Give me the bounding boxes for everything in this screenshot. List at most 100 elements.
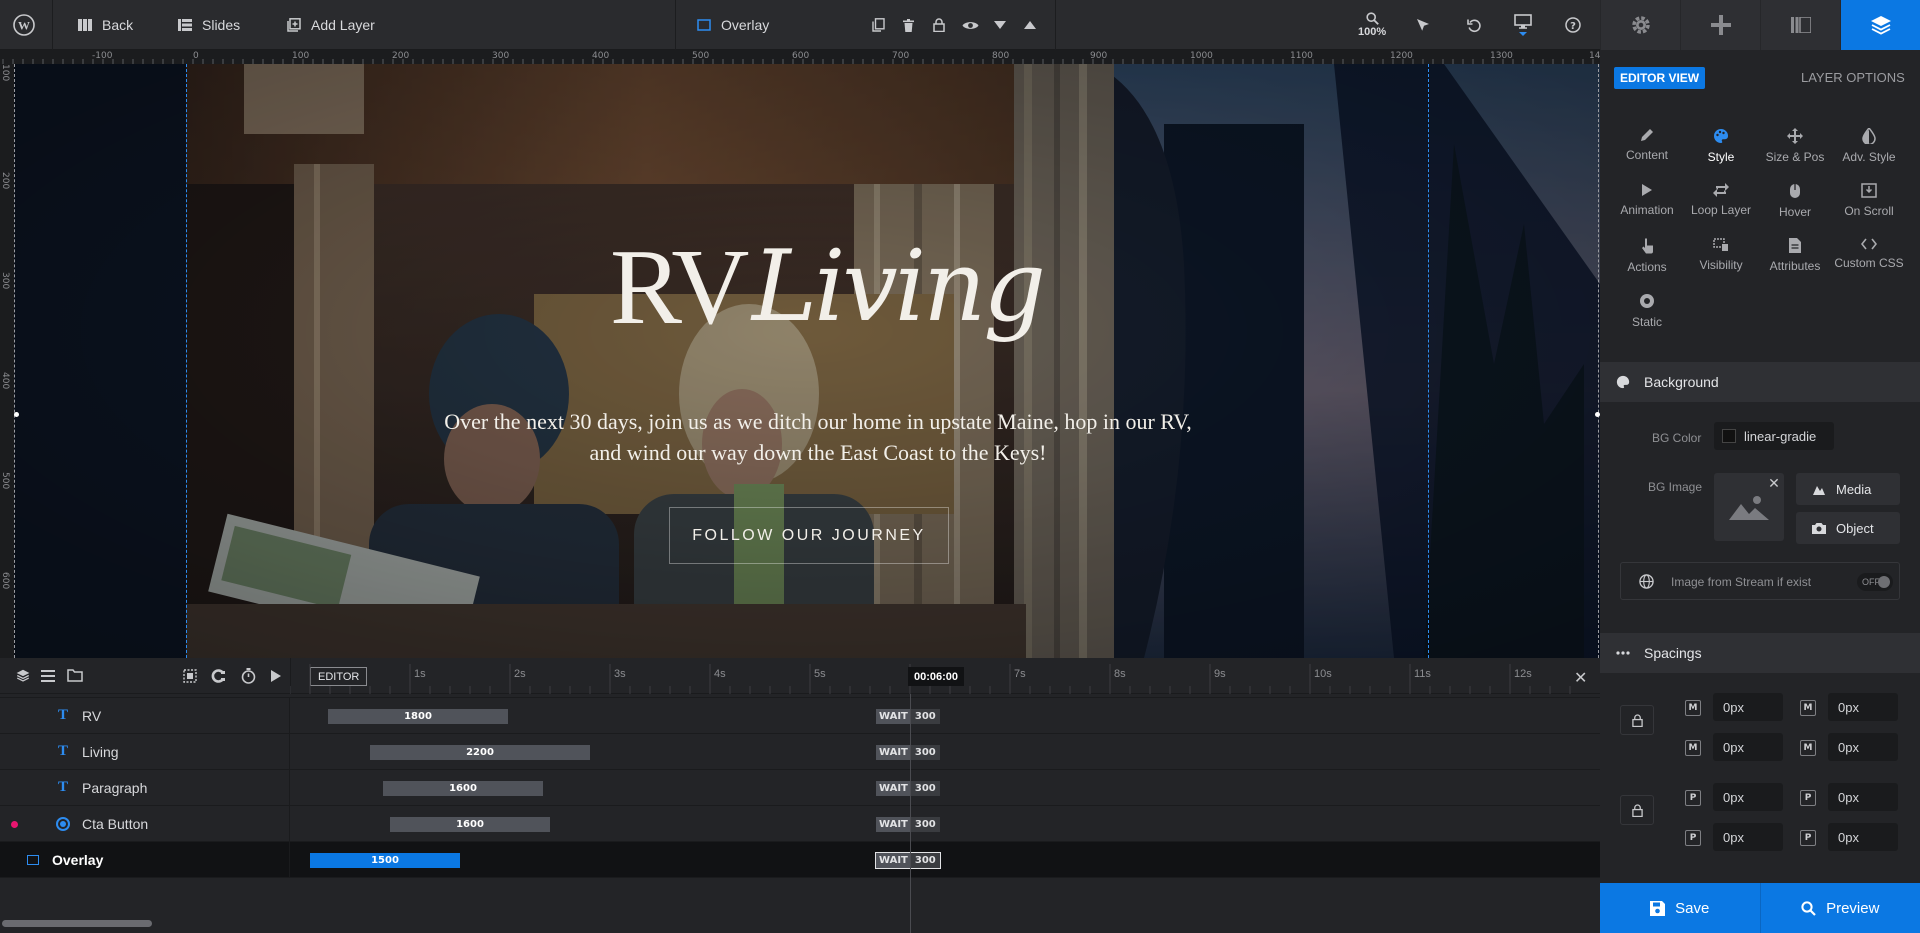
tab-slide-options[interactable] bbox=[1760, 0, 1840, 50]
stopwatch-icon[interactable] bbox=[241, 668, 256, 684]
undo-button[interactable] bbox=[1467, 0, 1482, 50]
preview-button[interactable]: Preview bbox=[1759, 883, 1920, 933]
move-down-button[interactable] bbox=[994, 0, 1006, 50]
bg-image-preview[interactable]: ✕ bbox=[1714, 473, 1784, 541]
remove-image-icon[interactable]: ✕ bbox=[1766, 475, 1782, 491]
ruler-label: 1300 bbox=[1490, 51, 1513, 61]
timeline-row-cta-button[interactable]: Cta Button 1600 WAIT 300 bbox=[0, 805, 1600, 842]
selection-icon[interactable] bbox=[183, 669, 197, 683]
padding-bottom-input[interactable]: 0px bbox=[1713, 823, 1783, 851]
ruler-label: 600 bbox=[0, 572, 10, 590]
back-button[interactable]: Back bbox=[78, 0, 133, 50]
background-section-header[interactable]: Background bbox=[1600, 362, 1920, 402]
play-timeline-icon[interactable] bbox=[271, 670, 281, 682]
current-time-marker[interactable]: 00:06:00 bbox=[908, 667, 965, 686]
editor-view-badge[interactable]: EDITOR VIEW bbox=[1614, 67, 1706, 89]
subtab-loop-layer[interactable]: Loop Layer bbox=[1684, 183, 1758, 235]
subtab-style[interactable]: Style bbox=[1684, 128, 1758, 180]
subtab-size-pos[interactable]: Size & Pos bbox=[1758, 128, 1832, 180]
magnet-icon[interactable] bbox=[211, 669, 225, 683]
palette-icon bbox=[1713, 128, 1729, 144]
margin-right-input[interactable]: 0px bbox=[1828, 693, 1898, 721]
timeline-row-overlay[interactable]: Overlay 1500 WAIT 300 bbox=[0, 841, 1600, 878]
slides-button[interactable]: Slides bbox=[178, 0, 240, 50]
subtab-custom-css[interactable]: Custom CSS bbox=[1832, 238, 1906, 290]
subtab-attributes[interactable]: Attributes bbox=[1758, 238, 1832, 290]
subtab-visibility[interactable]: Visibility bbox=[1684, 238, 1758, 290]
subtab-static[interactable]: Static bbox=[1610, 293, 1684, 345]
layers-stack-icon[interactable] bbox=[16, 669, 30, 682]
move-up-button[interactable] bbox=[1024, 0, 1036, 50]
duplicate-icon bbox=[872, 18, 885, 32]
margin-link-button[interactable] bbox=[1620, 705, 1654, 735]
stream-toggle[interactable]: OFF bbox=[1857, 573, 1893, 591]
select-mode-button[interactable] bbox=[1416, 0, 1430, 50]
wait-marker[interactable]: WAIT 300 bbox=[876, 745, 940, 760]
cta-follow-button[interactable]: FOLLOW OUR JOURNEY bbox=[669, 507, 949, 564]
object-button[interactable]: Object bbox=[1796, 512, 1900, 544]
tick-label: 12s bbox=[1514, 668, 1532, 680]
help-icon: ? bbox=[1565, 17, 1581, 33]
resize-handle-left[interactable] bbox=[14, 412, 19, 417]
bg-color-field[interactable]: linear-gradie bbox=[1714, 422, 1834, 450]
floppy-icon bbox=[1650, 900, 1666, 916]
layer-paragraph[interactable]: Over the next 30 days, join us as we dit… bbox=[254, 406, 1382, 468]
animation-bar[interactable]: 1600 bbox=[390, 817, 550, 832]
device-desktop-button[interactable] bbox=[1514, 0, 1532, 50]
list-icon[interactable] bbox=[41, 670, 55, 682]
padding-left-input[interactable]: 0px bbox=[1828, 823, 1898, 851]
subtab-actions[interactable]: Actions bbox=[1610, 238, 1684, 290]
margin-bottom-input[interactable]: 0px bbox=[1713, 733, 1783, 761]
wait-marker[interactable]: WAIT 300 bbox=[876, 709, 940, 724]
wait-marker[interactable]: WAIT 300 bbox=[875, 852, 941, 869]
margin-top-input[interactable]: 0px bbox=[1713, 693, 1783, 721]
subtab-hover[interactable]: Hover bbox=[1758, 183, 1832, 235]
folder-icon[interactable] bbox=[67, 669, 83, 682]
stream-label: Image from Stream if exist bbox=[1671, 575, 1812, 589]
padding-right-input[interactable]: 0px bbox=[1828, 783, 1898, 811]
tab-layer-options[interactable] bbox=[1840, 0, 1920, 50]
animation-bar[interactable]: 1600 bbox=[383, 781, 543, 796]
add-layer-label: Add Layer bbox=[311, 17, 375, 33]
tab-slider-settings[interactable] bbox=[1600, 0, 1680, 50]
wordpress-logo[interactable]: W bbox=[13, 0, 35, 50]
visibility-button[interactable] bbox=[962, 0, 979, 50]
subtab-animation[interactable]: Animation bbox=[1610, 183, 1684, 235]
spacings-section-header[interactable]: Spacings bbox=[1600, 633, 1920, 673]
timeline-row-rv[interactable]: T RV 1800 WAIT 300 bbox=[0, 697, 1600, 734]
play-icon bbox=[1641, 183, 1653, 197]
margin-left-input[interactable]: 0px bbox=[1828, 733, 1898, 761]
timeline-row-living[interactable]: T Living 2200 WAIT 300 bbox=[0, 733, 1600, 770]
subtab-on-scroll[interactable]: On Scroll bbox=[1832, 183, 1906, 235]
animation-bar[interactable]: 1800 bbox=[328, 709, 508, 724]
tab-navigation[interactable] bbox=[1680, 0, 1760, 50]
lock-button[interactable] bbox=[933, 0, 945, 50]
duplicate-button[interactable] bbox=[872, 0, 885, 50]
horizontal-scrollbar[interactable] bbox=[2, 920, 152, 927]
subtab-content[interactable]: Content bbox=[1610, 128, 1684, 180]
close-timeline-icon[interactable]: ✕ bbox=[1574, 668, 1587, 688]
top-toolbar: W Back Slides Add Layer Overlay 100% ? bbox=[0, 0, 1600, 50]
media-button[interactable]: Media bbox=[1796, 473, 1900, 505]
timeline-row-paragraph[interactable]: T Paragraph 1600 WAIT 300 bbox=[0, 769, 1600, 806]
wait-marker[interactable]: WAIT 300 bbox=[876, 781, 940, 796]
subtab-adv-style[interactable]: Adv. Style bbox=[1832, 128, 1906, 180]
current-layer-selector[interactable]: Overlay bbox=[697, 0, 769, 50]
animation-bar[interactable]: 2200 bbox=[370, 745, 590, 760]
animation-bar[interactable]: 1500 bbox=[310, 853, 460, 868]
horizontal-ruler: -100 0 100 200 300 400 500 600 700 800 9… bbox=[0, 50, 1600, 64]
layer-rv-text[interactable]: RV bbox=[610, 234, 749, 342]
zoom-control[interactable]: 100% bbox=[1358, 0, 1386, 50]
add-layer-button[interactable]: Add Layer bbox=[287, 0, 375, 50]
bg-color-value: linear-gradie bbox=[1744, 428, 1817, 444]
ruler-label: 600 bbox=[792, 51, 810, 61]
padding-link-button[interactable] bbox=[1620, 795, 1654, 825]
color-swatch bbox=[1722, 429, 1736, 443]
wait-marker[interactable]: WAIT 300 bbox=[876, 817, 940, 832]
slide-canvas[interactable]: RV Living Over the next 30 days, join us… bbox=[14, 64, 1600, 658]
delete-button[interactable] bbox=[903, 0, 914, 50]
layer-living-text[interactable]: Living bbox=[752, 233, 1046, 342]
help-button[interactable]: ? bbox=[1565, 0, 1581, 50]
save-button[interactable]: Save bbox=[1600, 883, 1760, 933]
padding-top-input[interactable]: 0px bbox=[1713, 783, 1783, 811]
